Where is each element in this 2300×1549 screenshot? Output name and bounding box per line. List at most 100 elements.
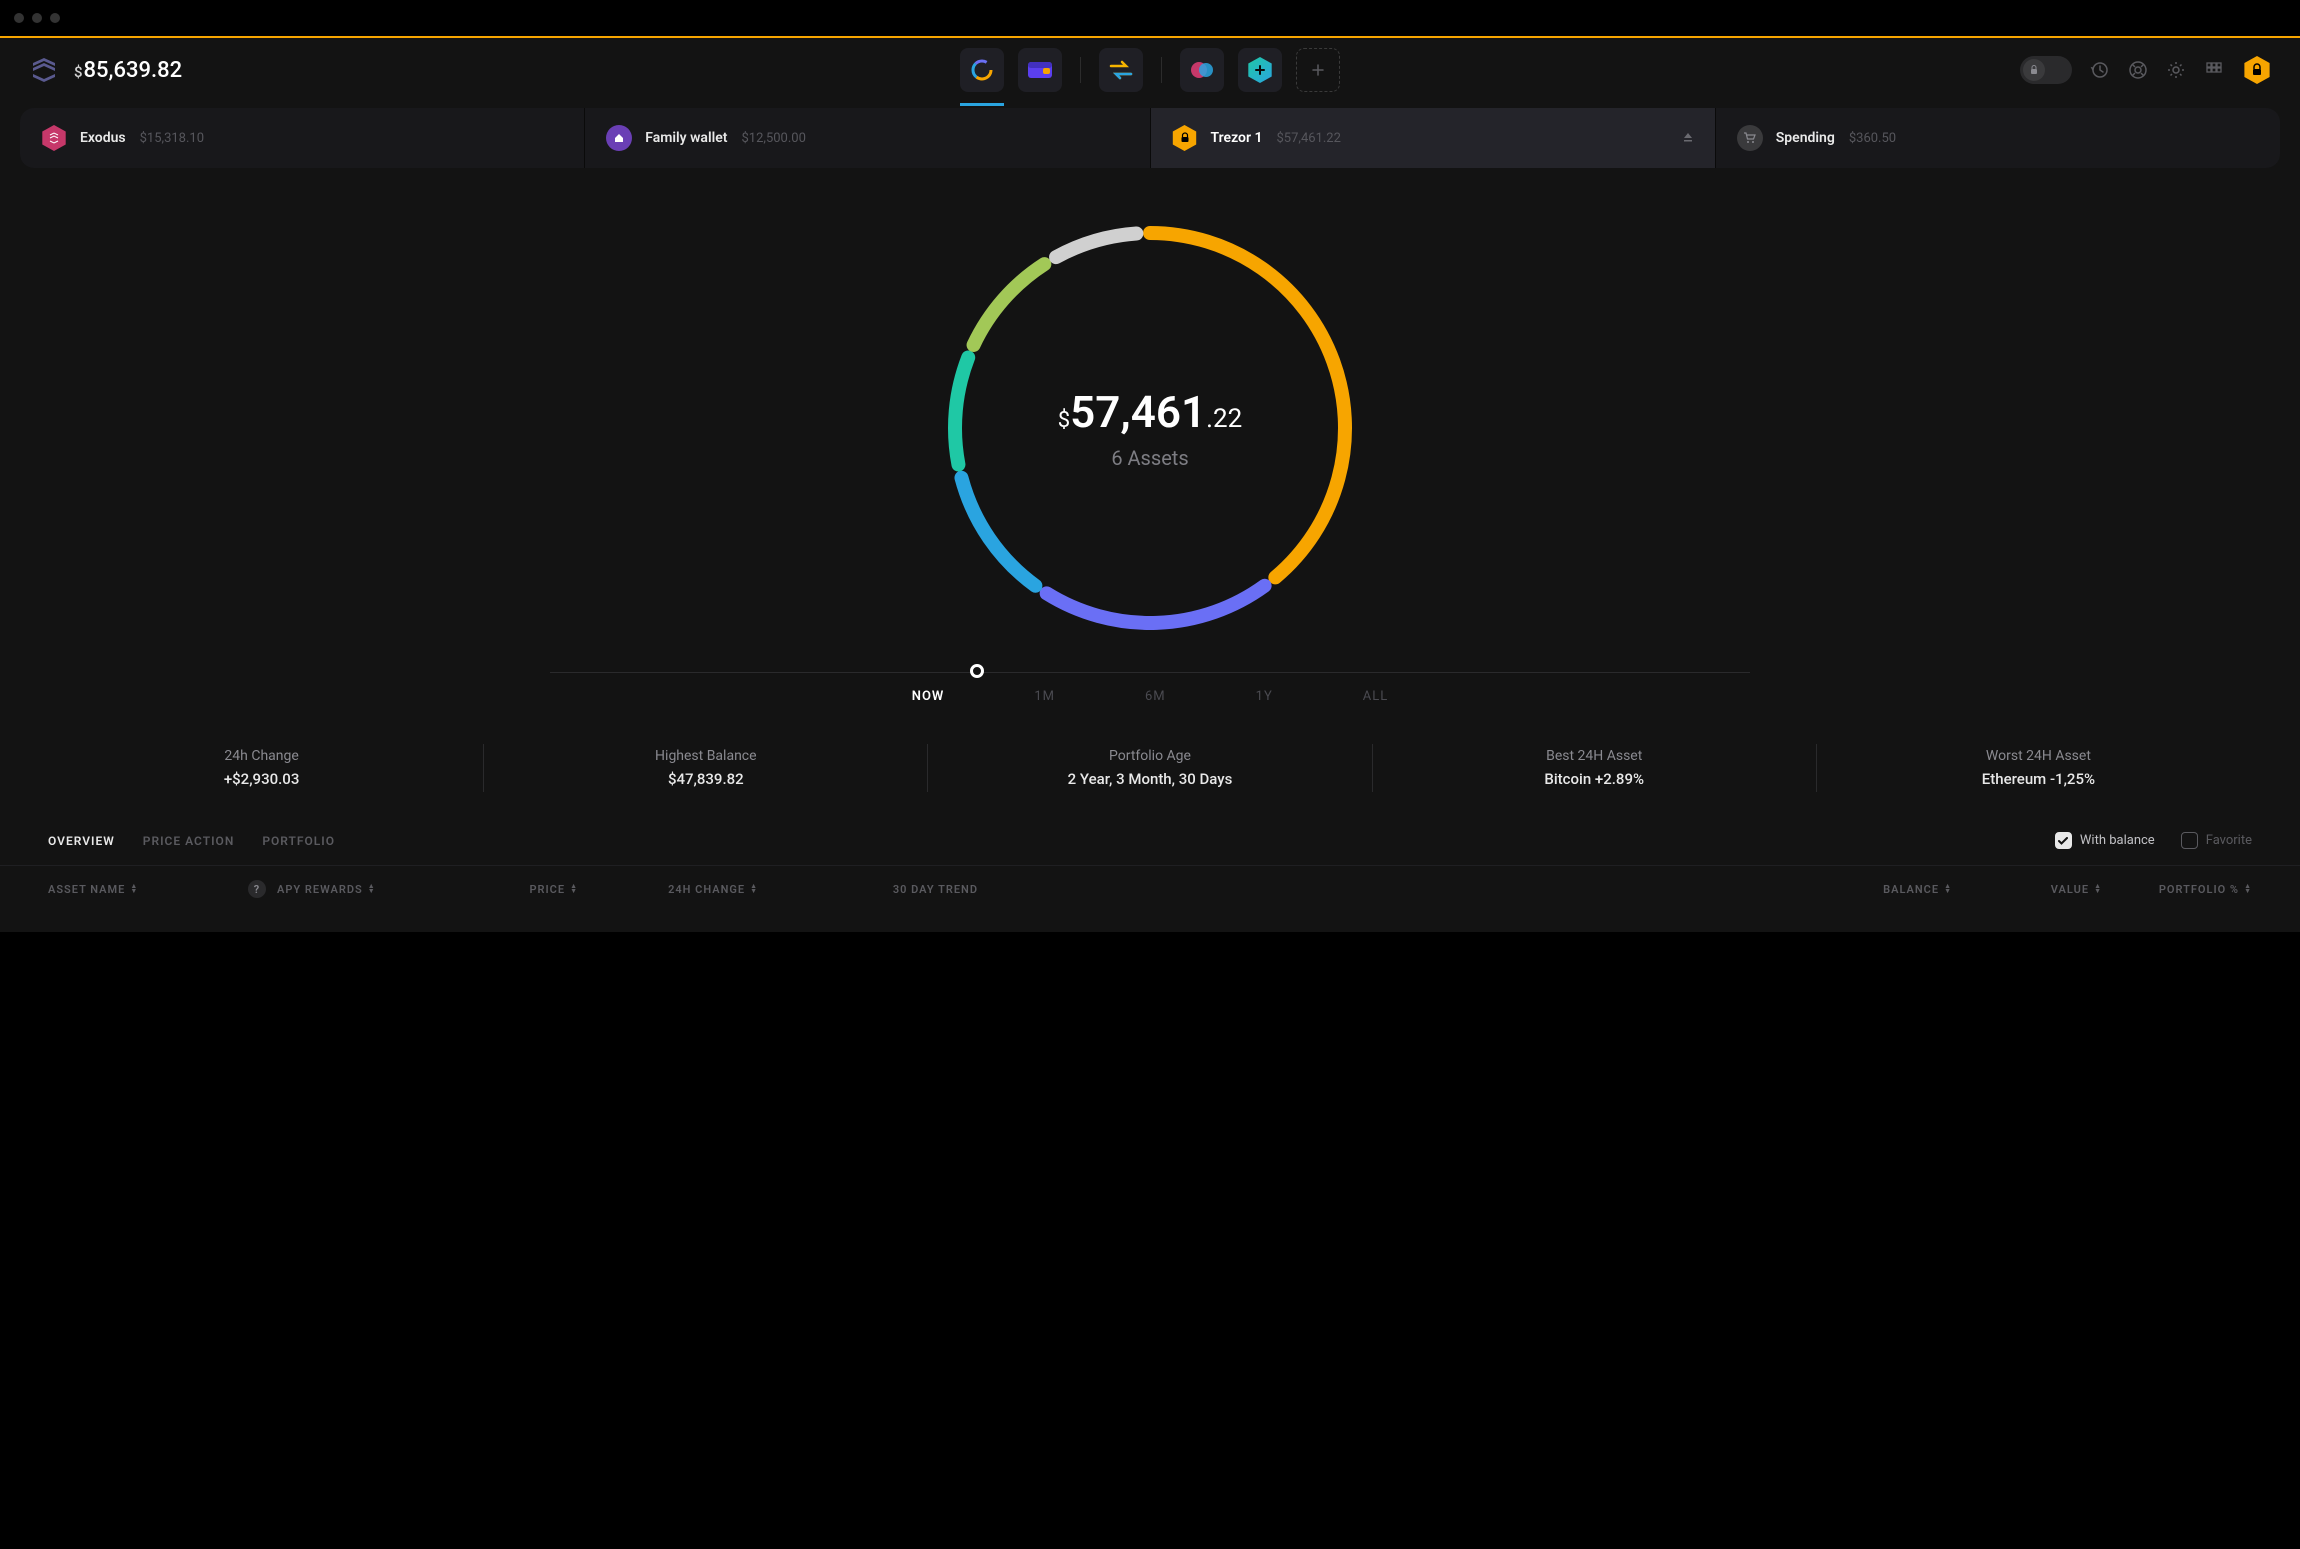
total-balance: $85,639.82 xyxy=(74,58,182,83)
window-min-dot[interactable] xyxy=(32,13,42,23)
stat-label: Portfolio Age xyxy=(938,748,1361,764)
col-price[interactable]: PRICE ▲▼ xyxy=(448,880,578,898)
wallet-tab-trezor[interactable]: Trezor 1 $57,461.22 xyxy=(1151,108,1716,168)
timeline-option[interactable]: 6M xyxy=(1145,689,1166,704)
wallet-tab-spending[interactable]: Spending $360.50 xyxy=(1716,108,2280,168)
wallet-name: Trezor 1 xyxy=(1211,130,1263,146)
wallet-amount: $12,500.00 xyxy=(741,131,805,146)
settings-icon[interactable] xyxy=(2166,60,2186,80)
portfolio-assets-count: 6 Assets xyxy=(1111,446,1188,470)
portfolio-donut: $57,461.22 6 Assets xyxy=(930,208,1370,648)
window-close-dot[interactable] xyxy=(14,13,24,23)
help-icon[interactable]: ? xyxy=(248,880,266,898)
timeline-marker[interactable] xyxy=(970,664,984,678)
table-controls: OVERVIEW PRICE ACTION PORTFOLIO With balan… xyxy=(0,792,2300,865)
window-titlebar xyxy=(0,0,2300,36)
wallet-tab-family[interactable]: Family wallet $12,500.00 xyxy=(585,108,1150,168)
support-icon[interactable] xyxy=(2128,60,2148,80)
sort-icon: ▲▼ xyxy=(130,884,138,894)
nav-add-button[interactable] xyxy=(1296,48,1340,92)
sort-icon: ▲▼ xyxy=(2244,884,2252,894)
logo-block: $85,639.82 xyxy=(28,54,182,86)
stat-label: 24h Change xyxy=(50,748,473,764)
nav-swap[interactable] xyxy=(1099,48,1143,92)
filter-favorite[interactable]: Favorite xyxy=(2181,832,2252,849)
nav-divider xyxy=(1161,57,1162,83)
stat-block: Best 24H Asset Bitcoin +2.89% xyxy=(1373,744,1817,792)
stats-row: 24h Change +$2,930.03 Highest Balance $47,8… xyxy=(40,744,2260,792)
sort-icon: ▲▼ xyxy=(570,884,578,894)
col-24h-change[interactable]: 24H CHANGE ▲▼ xyxy=(608,880,758,898)
stat-label: Highest Balance xyxy=(494,748,917,764)
home-wallet-icon xyxy=(605,124,633,152)
timeline-option[interactable]: NOW xyxy=(912,689,945,704)
stat-block: Highest Balance $47,839.82 xyxy=(484,744,928,792)
window-max-dot[interactable] xyxy=(50,13,60,23)
wallet-name: Family wallet xyxy=(645,130,727,146)
donut-center: $57,461.22 6 Assets xyxy=(930,208,1370,648)
exodus-wallet-icon xyxy=(40,124,68,152)
portfolio-chart-area: $57,461.22 6 Assets NOW 1M 6M 1Y ALL xyxy=(0,168,2300,714)
wallets-row: Exodus $15,318.10 Family wallet $12,500.… xyxy=(20,108,2280,168)
nav-center xyxy=(960,48,1340,92)
filter-with-balance[interactable]: With balance xyxy=(2055,832,2155,849)
wallet-amount: $15,318.10 xyxy=(140,131,204,146)
wallet-tab-exodus[interactable]: Exodus $15,318.10 xyxy=(20,108,585,168)
table-tab[interactable]: OVERVIEW xyxy=(48,834,115,848)
timeline-option[interactable]: 1Y xyxy=(1256,689,1273,704)
sort-icon: ▲▼ xyxy=(2094,884,2102,894)
timeline-option[interactable]: ALL xyxy=(1363,689,1388,704)
checkbox-icon xyxy=(2181,832,2198,849)
trezor-status-badge[interactable] xyxy=(2242,55,2272,85)
sort-icon: ▲▼ xyxy=(750,884,758,894)
trezor-wallet-icon xyxy=(1171,124,1199,152)
eject-icon[interactable] xyxy=(1681,129,1695,148)
wallet-amount: $360.50 xyxy=(1849,131,1896,146)
checkbox-checked-icon xyxy=(2055,832,2072,849)
nav-wallet[interactable] xyxy=(1018,48,1062,92)
stat-block: Worst 24H Asset Ethereum -1,25% xyxy=(1817,744,2260,792)
timeline-option[interactable]: 1M xyxy=(1034,689,1055,704)
stat-block: Portfolio Age 2 Year, 3 Month, 30 Days xyxy=(928,744,1372,792)
exodus-logo-icon[interactable] xyxy=(28,54,60,86)
timeline: NOW 1M 6M 1Y ALL xyxy=(550,672,1750,704)
table-tab[interactable]: PORTFOLIO xyxy=(262,834,335,848)
wallet-name: Exodus xyxy=(80,130,126,146)
grid-icon[interactable] xyxy=(2204,60,2224,80)
cart-wallet-icon xyxy=(1736,124,1764,152)
lock-toggle[interactable] xyxy=(2020,56,2072,84)
lock-icon xyxy=(2023,59,2045,81)
filter-label: Favorite xyxy=(2206,833,2252,848)
stat-value: 2 Year, 3 Month, 30 Days xyxy=(938,770,1361,788)
col-apy-rewards[interactable]: ? APY REWARDS ▲▼ xyxy=(248,880,448,898)
col-balance[interactable]: BALANCE ▲▼ xyxy=(978,880,1952,898)
nav-portfolio[interactable] xyxy=(960,48,1004,92)
col-30d-trend[interactable]: 30 DAY TREND xyxy=(788,880,978,898)
wallet-amount: $57,461.22 xyxy=(1276,131,1340,146)
col-value[interactable]: VALUE ▲▼ xyxy=(1952,880,2102,898)
nav-add-wallet[interactable] xyxy=(1238,48,1282,92)
table-tab[interactable]: PRICE ACTION xyxy=(143,834,235,848)
topbar: $85,639.82 xyxy=(0,38,2300,98)
sort-icon: ▲▼ xyxy=(368,884,376,894)
sort-icon: ▲▼ xyxy=(1944,884,1952,894)
portfolio-value: $57,461.22 xyxy=(1058,386,1243,438)
stat-label: Worst 24H Asset xyxy=(1827,748,2250,764)
table-tabs: OVERVIEW PRICE ACTION PORTFOLIO xyxy=(48,834,335,848)
stat-block: 24h Change +$2,930.03 xyxy=(40,744,484,792)
table-columns-header: ASSET NAME ▲▼ ? APY REWARDS ▲▼ PRICE ▲▼ … xyxy=(0,865,2300,912)
stat-value: Bitcoin +2.89% xyxy=(1383,770,1806,788)
col-portfolio-pct[interactable]: PORTFOLIO % ▲▼ xyxy=(2102,880,2252,898)
col-asset-name[interactable]: ASSET NAME ▲▼ xyxy=(48,880,248,898)
stat-value: $47,839.82 xyxy=(494,770,917,788)
stat-value: +$2,930.03 xyxy=(50,770,473,788)
wallet-name: Spending xyxy=(1776,130,1835,146)
table-filters: With balance Favorite xyxy=(2055,832,2252,849)
topbar-right xyxy=(2020,55,2272,85)
nav-divider xyxy=(1080,57,1081,83)
filter-label: With balance xyxy=(2080,833,2155,848)
stat-value: Ethereum -1,25% xyxy=(1827,770,2250,788)
nav-apps[interactable] xyxy=(1180,48,1224,92)
history-icon[interactable] xyxy=(2090,60,2110,80)
stat-label: Best 24H Asset xyxy=(1383,748,1806,764)
